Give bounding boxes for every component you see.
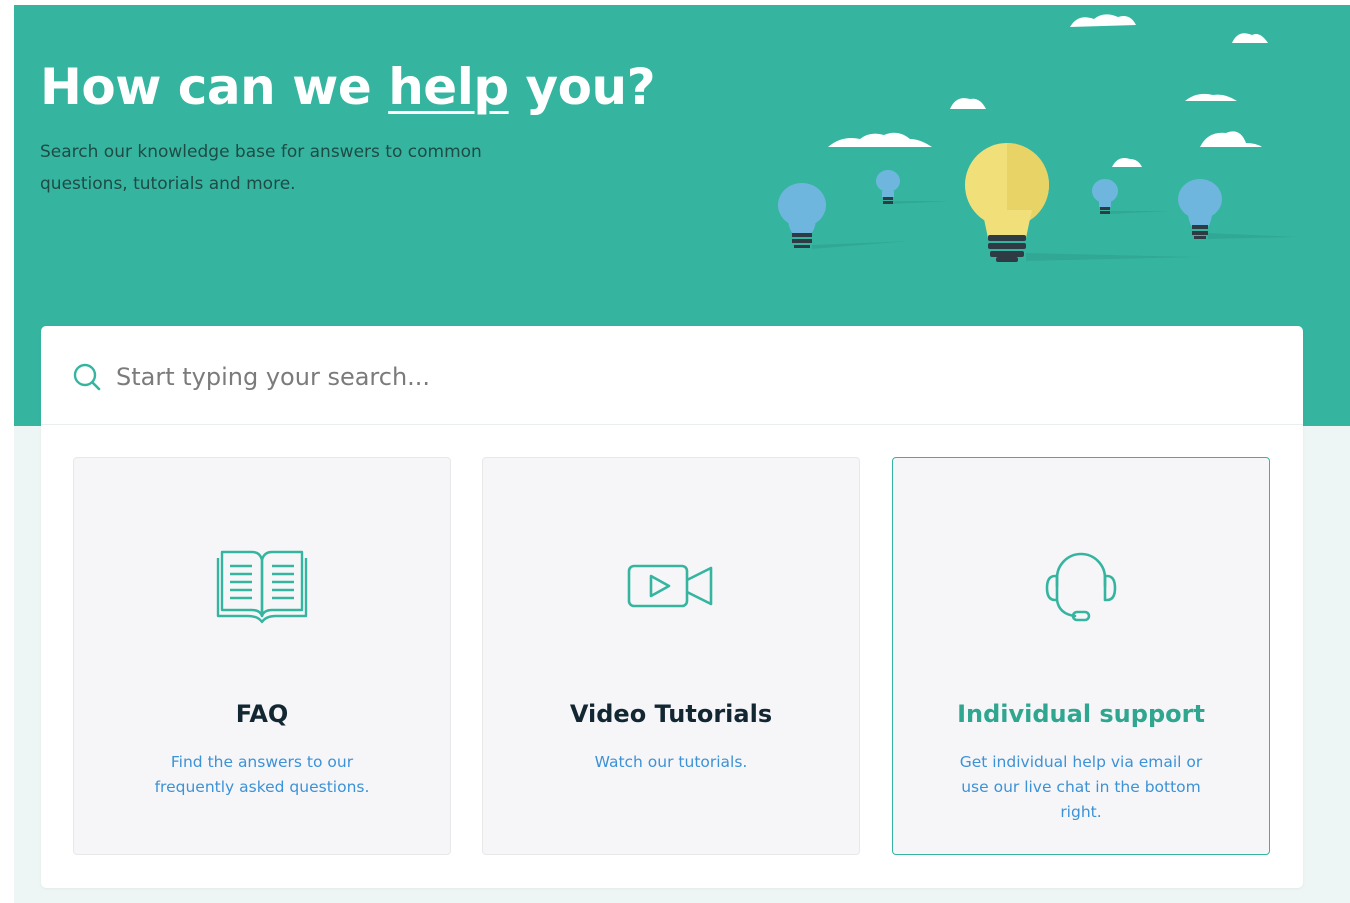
tiny-bulb-right	[1092, 179, 1170, 214]
page-title: How can we help you?	[40, 54, 656, 120]
lightbulbs-illustration	[778, 14, 1300, 262]
search-icon	[73, 363, 101, 391]
card-title: Individual support	[957, 700, 1205, 728]
search-panel: FAQ Find the answers to our frequently a…	[41, 326, 1303, 888]
card-description: Watch our tutorials.	[594, 753, 748, 771]
card-description: Find the answers to our frequently asked…	[154, 753, 370, 796]
card-title: FAQ	[235, 700, 289, 728]
faq-card[interactable]: FAQ Find the answers to our frequently a…	[73, 457, 451, 855]
title-suffix: you?	[508, 58, 656, 116]
book-icon	[216, 550, 308, 624]
video-tutorials-card[interactable]: Video Tutorials Watch our tutorials.	[482, 457, 860, 855]
small-bulb-right	[1178, 179, 1300, 239]
title-prefix: How can we	[40, 58, 389, 116]
main-yellow-bulb	[965, 143, 1200, 262]
tiny-bulb-left	[876, 170, 950, 204]
headset-icon	[1045, 552, 1117, 622]
hero-subtitle: Search our knowledge base for answers to…	[40, 142, 482, 194]
card-title: Video Tutorials	[569, 700, 773, 728]
search-bar	[41, 326, 1303, 425]
individual-support-card[interactable]: Individual support Get individual help v…	[892, 457, 1270, 855]
title-highlight: help	[388, 58, 509, 116]
help-center-page: How can we help you? Search our knowledg…	[0, 0, 1350, 903]
search-input[interactable]	[114, 354, 1268, 400]
card-description: Get individual help via email or use our…	[959, 753, 1203, 821]
video-camera-icon	[627, 564, 713, 608]
clouds	[828, 14, 1268, 167]
